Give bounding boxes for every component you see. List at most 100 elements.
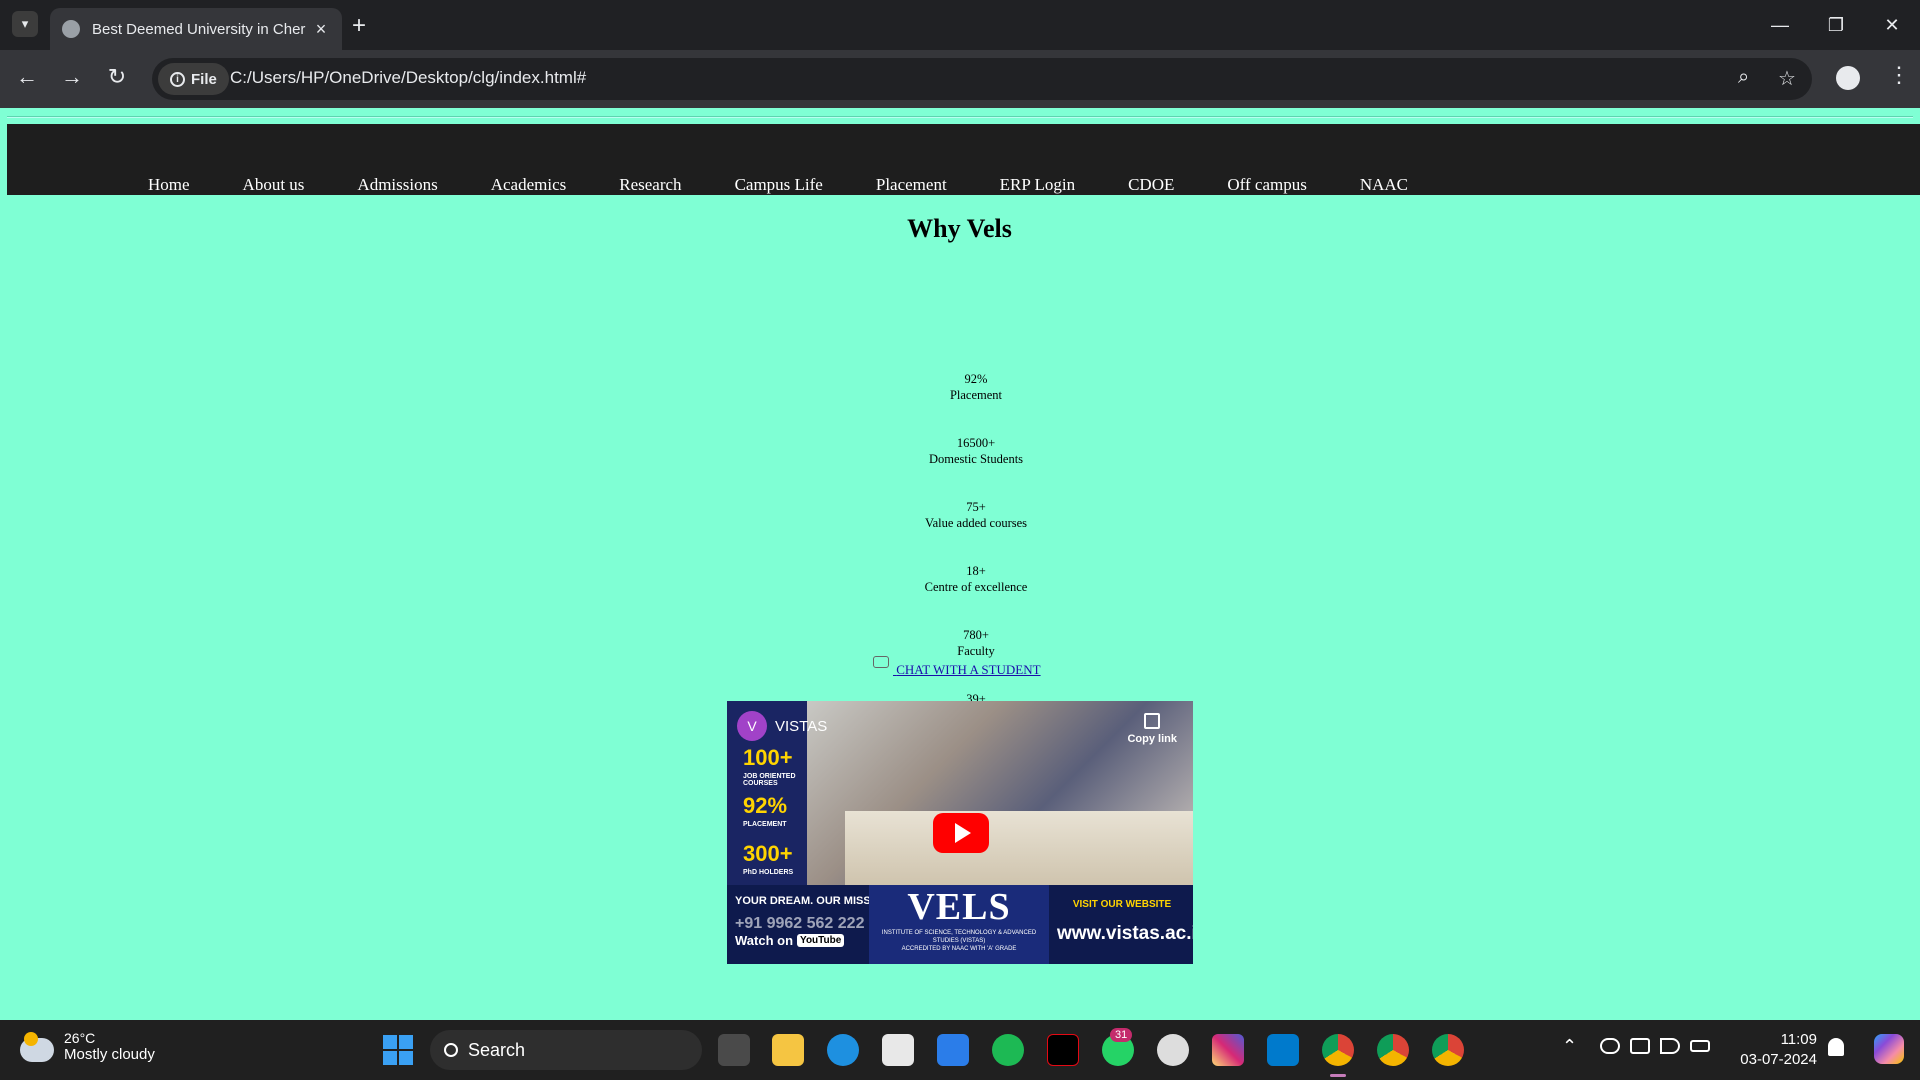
- nav-item-research[interactable]: Research: [619, 175, 681, 195]
- channel-avatar: V: [737, 711, 767, 741]
- clock-date: 03-07-2024: [1740, 1051, 1817, 1068]
- play-button[interactable]: [933, 813, 989, 853]
- site-navbar: Home About us Admissions Academics Research C…: [7, 124, 1920, 195]
- chat-with-student-link[interactable]: CHAT WITH A STUDENT: [873, 656, 1041, 678]
- nav-item-home[interactable]: Home: [148, 175, 190, 195]
- minimize-icon[interactable]: —: [1752, 0, 1808, 50]
- thumb-phone: +91 9962 562 222: [735, 915, 865, 932]
- youtube-logo-icon: YouTube: [797, 934, 845, 947]
- chrome-profile3-icon[interactable]: [1432, 1034, 1464, 1066]
- netflix-icon[interactable]: [1047, 1034, 1079, 1066]
- stat-value: 780+: [963, 628, 989, 642]
- back-icon[interactable]: ←: [12, 64, 42, 90]
- nav-item-admissions[interactable]: Admissions: [357, 175, 437, 195]
- taskbar-search[interactable]: Search: [430, 1030, 702, 1070]
- close-window-icon[interactable]: ✕: [1864, 0, 1920, 50]
- stat-value: 18+: [966, 564, 986, 578]
- weather-condition: Mostly cloudy: [64, 1046, 155, 1063]
- show-hidden-icons[interactable]: ⌃: [1562, 1036, 1577, 1057]
- vels-subtitle: INSTITUTE OF SCIENCE, TECHNOLOGY & ADVAN…: [881, 930, 1037, 944]
- copilot-icon[interactable]: [1874, 1034, 1904, 1064]
- thumb-stat1-value: 100+: [743, 745, 793, 770]
- kebab-menu-icon[interactable]: ⋮: [1888, 62, 1910, 88]
- url-text[interactable]: C:/Users/HP/OneDrive/Desktop/clg/index.h…: [230, 68, 586, 88]
- task-view-icon[interactable]: [718, 1034, 750, 1066]
- site-info-chip[interactable]: i File: [158, 63, 229, 95]
- windows-taskbar: 26°C Mostly cloudy Search 31 ⌃ 11:09 03-…: [0, 1020, 1920, 1080]
- thumb-stat1-label: JOB ORIENTED COURSES: [743, 773, 796, 787]
- file-chip-label: File: [191, 70, 217, 88]
- restore-icon[interactable]: ❐: [1808, 0, 1864, 50]
- clock-app-icon[interactable]: [1157, 1034, 1189, 1066]
- chrome-active-indicator: [1330, 1074, 1346, 1077]
- thumb-stat3-label: PhD HOLDERS: [743, 869, 794, 876]
- forward-icon[interactable]: →: [57, 64, 87, 90]
- stat-item: 92% Placement: [876, 371, 1076, 403]
- nav-item-academics[interactable]: Academics: [491, 175, 567, 195]
- stat-item: 75+ Value added courses: [876, 499, 1076, 531]
- notification-bell-icon[interactable]: [1828, 1038, 1844, 1056]
- thumb-visit-label: VISIT OUR WEBSITE: [1072, 899, 1172, 910]
- nav-item-off-campus[interactable]: Off campus: [1227, 175, 1306, 195]
- weather-widget[interactable]: 26°C Mostly cloudy: [20, 1030, 155, 1063]
- bookmark-star-icon[interactable]: ☆: [1778, 66, 1796, 91]
- onedrive-icon[interactable]: [1600, 1038, 1620, 1054]
- taskbar-clock[interactable]: 11:09 03-07-2024: [1737, 1030, 1817, 1070]
- volume-muted-icon[interactable]: [1660, 1038, 1680, 1054]
- tab-title: Best Deemed University in Cher: [92, 20, 306, 38]
- window-controls: — ❐ ✕: [1752, 0, 1920, 50]
- stat-label: Placement: [949, 388, 1003, 402]
- stat-item: 16500+ Domestic Students: [876, 435, 1076, 467]
- address-bar[interactable]: i File C:/Users/HP/OneDrive/Desktop/clg/…: [152, 58, 1812, 100]
- profile-icon[interactable]: [1836, 66, 1860, 90]
- network-icon[interactable]: [1630, 1038, 1650, 1054]
- new-tab-icon[interactable]: +: [352, 12, 366, 40]
- stat-label: Faculty: [957, 644, 995, 658]
- thumbnail-banner: YOUR DREAM. OUR MISSION. +91 9962 562 22…: [727, 885, 1193, 964]
- nav-item-placement[interactable]: Placement: [876, 175, 947, 195]
- browser-tab-bar: ▾ Best Deemed University in Cher × + — ❐…: [0, 0, 1920, 50]
- vels-logo: VELS INSTITUTE OF SCIENCE, TECHNOLOGY & …: [869, 885, 1049, 964]
- whatsapp-badge: 31: [1110, 1028, 1133, 1042]
- page-viewport: Home About us Admissions Academics Research C…: [0, 108, 1920, 1020]
- zoom-icon[interactable]: ⌕: [1738, 66, 1749, 89]
- microsoft-store-icon[interactable]: [882, 1034, 914, 1066]
- temperature: 26°C: [64, 1030, 96, 1046]
- browser-tab[interactable]: Best Deemed University in Cher ×: [50, 8, 342, 50]
- edge-icon[interactable]: [827, 1034, 859, 1066]
- tab-search-icon[interactable]: ▾: [12, 11, 38, 37]
- reload-icon[interactable]: ↻: [102, 64, 132, 90]
- nav-list: Home About us Admissions Academics Research C…: [148, 175, 1461, 195]
- copy-icon: [1144, 713, 1161, 729]
- nav-item-cdoe[interactable]: CDOE: [1128, 175, 1174, 195]
- copy-link-button[interactable]: Copy link: [1127, 713, 1177, 745]
- spotify-icon[interactable]: [992, 1034, 1024, 1066]
- windows-start-icon[interactable]: [383, 1035, 413, 1065]
- play-icon: [955, 823, 971, 843]
- youtube-video-embed[interactable]: 100+ JOB ORIENTED COURSES 92% PLACEMENT …: [727, 701, 1193, 964]
- thumb-stat2-value: 92%: [743, 793, 788, 818]
- chrome-icon[interactable]: [1322, 1034, 1354, 1066]
- thumb-website: www.vistas.ac.in: [1057, 923, 1193, 944]
- chat-icon: [873, 656, 889, 668]
- horizontal-rule: [7, 116, 1913, 118]
- channel-info[interactable]: V VISTAS: [737, 711, 827, 741]
- vscode-icon[interactable]: [1267, 1034, 1299, 1066]
- browser-toolbar: ← → ↻ i File C:/Users/HP/OneDrive/Deskto…: [0, 50, 1920, 108]
- nav-item-about-us[interactable]: About us: [243, 175, 305, 195]
- watch-on-youtube-button[interactable]: Watch on YouTube: [735, 933, 845, 948]
- stat-item: 780+ Faculty: [876, 627, 1076, 659]
- nav-item-campus-life[interactable]: Campus Life: [735, 175, 823, 195]
- instagram-icon[interactable]: [1212, 1034, 1244, 1066]
- taskbar-search-label: Search: [468, 1039, 526, 1060]
- file-explorer-icon[interactable]: [772, 1034, 804, 1066]
- battery-icon[interactable]: [1690, 1040, 1710, 1052]
- close-tab-icon[interactable]: ×: [312, 19, 330, 40]
- chrome-profile2-icon[interactable]: [1377, 1034, 1409, 1066]
- search-icon: [444, 1043, 458, 1057]
- mail-icon[interactable]: [937, 1034, 969, 1066]
- channel-name: VISTAS: [775, 717, 828, 735]
- nav-item-erp-login[interactable]: ERP Login: [1000, 175, 1075, 195]
- nav-item-naac[interactable]: NAAC: [1360, 175, 1408, 195]
- thumbnail-desk: [845, 811, 1193, 885]
